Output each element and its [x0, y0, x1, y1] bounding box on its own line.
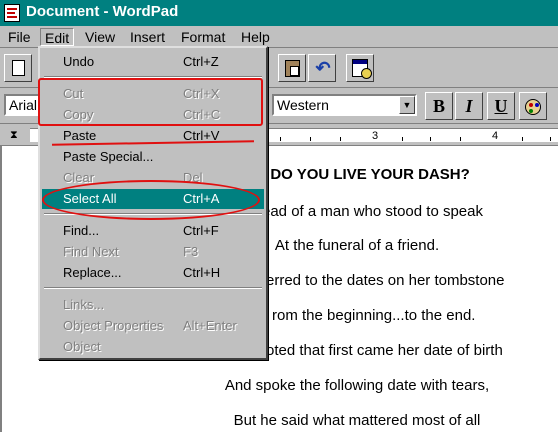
menu-insert[interactable]: Insert [126, 28, 169, 46]
paste-icon [285, 60, 300, 77]
menu-item-label: Undo [63, 54, 95, 69]
ruler-tick [310, 137, 311, 141]
menu-item-object[interactable]: Object [42, 337, 264, 357]
ruler-label-4: 4 [492, 130, 499, 142]
ruler-tick [460, 137, 461, 141]
menu-item-shortcut: Ctrl+H [183, 265, 221, 280]
menu-item-undo[interactable]: Undo Ctrl+Z [42, 52, 264, 72]
ruler-tick [340, 137, 341, 141]
color-palette-icon [525, 98, 541, 115]
menu-item-label: Find Next [63, 244, 119, 259]
menu-item-links[interactable]: Links... [42, 295, 264, 315]
menu-item-label: Object Properties [63, 318, 164, 333]
menu-view[interactable]: View [81, 28, 119, 46]
menu-item-label: Paste Special... [63, 149, 154, 164]
menu-bar: File Edit View Insert Format Help [0, 26, 558, 48]
document-line: rom the beginning...to the end. [272, 307, 476, 324]
indent-marker-icon[interactable]: ⧗ [10, 128, 18, 142]
ruler-tick [550, 137, 551, 141]
cut-copy-highlight-rectangle [38, 78, 263, 126]
wordpad-icon[interactable] [4, 4, 20, 22]
date-time-icon [352, 59, 372, 79]
undo-button[interactable]: ↶ [308, 54, 336, 82]
menu-item-label: Replace... [63, 265, 122, 280]
menu-item-replace[interactable]: Replace... Ctrl+H [42, 263, 264, 283]
title-bar: Document - WordPad [0, 0, 558, 26]
menu-item-label: Find... [63, 223, 100, 238]
underline-button[interactable]: U [487, 92, 515, 120]
menu-item-paste-special[interactable]: Paste Special... [42, 147, 264, 167]
menu-item-shortcut: Ctrl+F [183, 223, 219, 238]
menu-format[interactable]: Format [177, 28, 229, 46]
menu-item-object-properties[interactable]: Object Properties Alt+Enter [42, 316, 264, 336]
menu-file[interactable]: File [4, 28, 35, 46]
menu-item-shortcut: F3 [183, 244, 199, 259]
select-all-highlight-ellipse [42, 180, 260, 220]
document-line: W DO YOU LIVE YOUR DASH? [252, 166, 470, 183]
script-select[interactable]: Western ▼ [272, 94, 417, 116]
menu-item-shortcut: Alt+Enter [183, 318, 237, 333]
menu-item-shortcut: Ctrl+Z [183, 54, 219, 69]
italic-button[interactable]: I [455, 92, 483, 120]
ruler-tick [522, 137, 523, 141]
menu-item-label: Links... [63, 297, 105, 312]
menu-help[interactable]: Help [237, 28, 274, 46]
document-line: And spoke the following date with tears, [224, 377, 490, 394]
date-time-button[interactable] [346, 54, 374, 82]
menu-edit[interactable]: Edit [40, 28, 75, 46]
new-button[interactable] [4, 54, 32, 82]
chevron-down-icon[interactable]: ▼ [399, 96, 415, 114]
bold-button[interactable]: B [425, 92, 453, 120]
document-line: erred to the dates on her tombstone [266, 272, 505, 289]
document-line: oted that first came her date of birth [266, 342, 503, 359]
menu-item-find-next[interactable]: Find Next F3 [42, 242, 264, 262]
window-title: Document - WordPad [26, 3, 179, 20]
menu-separator [44, 287, 262, 289]
menu-item-label: Object [63, 339, 101, 354]
new-document-icon [12, 60, 25, 76]
document-line: ead of a man who stood to speak [262, 203, 483, 220]
color-button[interactable] [519, 92, 547, 120]
ruler-tick [402, 137, 403, 141]
ruler-tick [430, 137, 431, 141]
document-line: But he said what mattered most of all [233, 412, 481, 429]
undo-icon: ↶ [315, 58, 331, 78]
ruler-tick [280, 137, 281, 141]
paste-button[interactable] [278, 54, 306, 82]
script-value: Western [277, 97, 329, 113]
ruler-label-3: 3 [372, 130, 379, 142]
menu-item-find[interactable]: Find... Ctrl+F [42, 221, 264, 241]
